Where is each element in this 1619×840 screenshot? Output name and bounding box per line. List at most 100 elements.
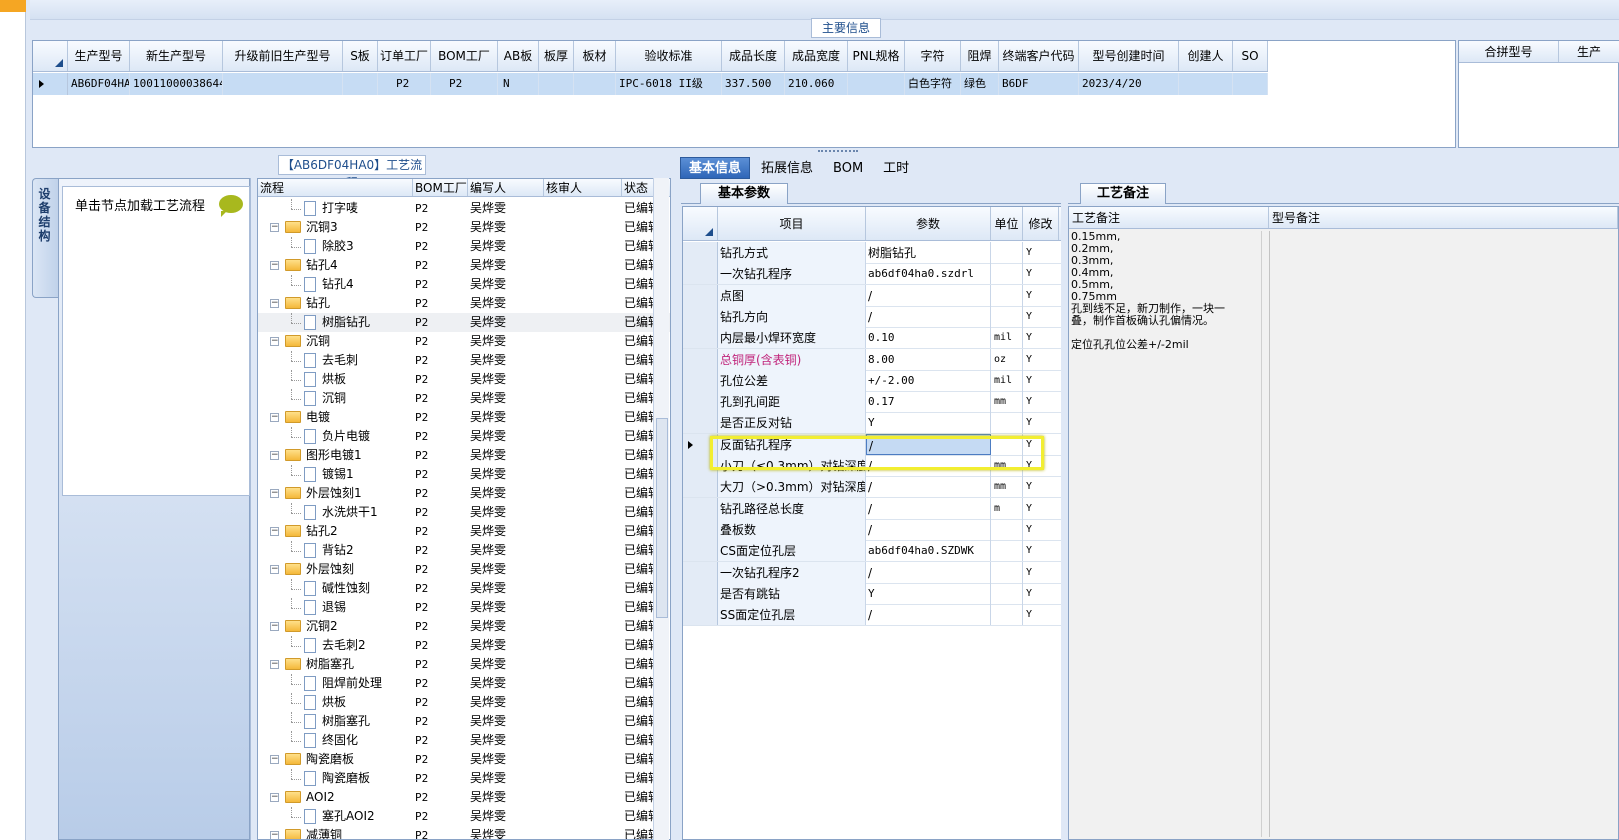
tree-row[interactable]: − 外层蚀刻1 P2 吴烨雯 已编辑 (258, 484, 670, 503)
main-info-cell[interactable] (539, 73, 574, 95)
tree-node[interactable]: 水洗烘干1 (258, 503, 413, 522)
tree-node[interactable]: 陶瓷磨板 (258, 769, 413, 788)
model-note-textarea[interactable] (1269, 231, 1617, 837)
param-value[interactable]: / (866, 561, 991, 583)
main-col-header[interactable]: BOM工厂 (431, 41, 498, 71)
tree-node[interactable]: − 图形电镀1 (258, 446, 413, 465)
param-value[interactable]: / (866, 518, 991, 540)
main-col-header[interactable]: 创建人 (1179, 41, 1233, 71)
param-value[interactable]: / (866, 497, 991, 519)
main-col-header[interactable]: S板 (343, 41, 378, 71)
tree-row[interactable]: 打字唛 P2 吴烨雯 已编辑 (258, 199, 670, 218)
main-col-header[interactable]: 板厚 (539, 41, 574, 71)
tree-row[interactable]: − 沉铜3 P2 吴烨雯 已编辑 (258, 218, 670, 237)
param-corner[interactable] (683, 207, 718, 240)
param-value[interactable]: 8.00 (866, 348, 991, 370)
main-info-data-row[interactable]: AB6DF04HA010011000038644P2P2NIPC-6018 II… (33, 73, 1268, 95)
main-col-header[interactable]: 订单工厂 (378, 41, 431, 71)
tree-row[interactable]: 阻焊前处理 P2 吴烨雯 已编辑 (258, 674, 670, 693)
param-row[interactable]: 孔位公差 +/-2.00 mil Y (683, 369, 1061, 392)
param-row[interactable]: 孔到孔间距 0.17 mm Y (683, 391, 1061, 414)
param-col-header[interactable]: 项目 (718, 207, 866, 240)
tree-row[interactable]: 陶瓷磨板 P2 吴烨雯 已编辑 (258, 769, 670, 788)
collapse-toggle-icon[interactable]: − (270, 299, 279, 308)
tree-node[interactable]: 钻孔4 (258, 275, 413, 294)
tree-row[interactable]: 烘板 P2 吴烨雯 已编辑 (258, 370, 670, 389)
tree-node[interactable]: 塞孔AOI2 (258, 807, 413, 826)
param-value[interactable]: +/-2.00 (866, 369, 991, 391)
collapse-toggle-icon[interactable]: − (270, 565, 279, 574)
tree-row[interactable]: 镀锡1 P2 吴烨雯 已编辑 (258, 465, 670, 484)
collapse-toggle-icon[interactable]: − (270, 660, 279, 669)
main-info-cell[interactable] (223, 73, 343, 95)
tree-row[interactable]: 沉铜 P2 吴烨雯 已编辑 (258, 389, 670, 408)
tree-node[interactable]: 沉铜 (258, 389, 413, 408)
main-info-cell[interactable] (1233, 73, 1268, 95)
process-flow-scrollbar[interactable] (653, 178, 669, 840)
tree-node[interactable]: 终固化 (258, 731, 413, 750)
main-info-cell[interactable] (574, 73, 616, 95)
combined-col-header[interactable]: 合拼型号 (1459, 41, 1559, 62)
tree-row[interactable]: − 电镀 P2 吴烨雯 已编辑 (258, 408, 670, 427)
param-row[interactable]: 大刀（>0.3mm）对钻深度 / mm Y (683, 476, 1061, 499)
tree-row[interactable]: 塞孔AOI2 P2 吴烨雯 已编辑 (258, 807, 670, 826)
param-row[interactable]: 钻孔方式 树脂钻孔 Y (683, 242, 1061, 264)
collapse-toggle-icon[interactable]: − (270, 793, 279, 802)
main-col-header[interactable]: AB板 (498, 41, 539, 71)
craft-note-scrollbar[interactable] (1261, 231, 1269, 837)
tree-row[interactable]: 去毛刺2 P2 吴烨雯 已编辑 (258, 636, 670, 655)
flow-col-header[interactable]: 核审人 (544, 179, 622, 196)
collapse-toggle-icon[interactable]: − (270, 451, 279, 460)
param-row[interactable]: CS面定位孔层 ab6df04ha0.SZDWK Y (683, 540, 1061, 563)
main-info-cell[interactable] (848, 73, 905, 95)
tree-node[interactable]: − 电镀 (258, 408, 413, 427)
main-col-header[interactable]: 字符 (905, 41, 961, 71)
craft-note-textarea[interactable]: 0.15mm, 0.2mm, 0.3mm, 0.4mm, 0.5mm, 0.75mm 孔到线… (1071, 231, 1261, 837)
tree-row[interactable]: − 陶瓷磨板 P2 吴烨雯 已编辑 (258, 750, 670, 769)
select-all-corner[interactable] (33, 41, 68, 71)
param-row[interactable]: 一次钻孔程序2/ Y (683, 561, 1061, 584)
tab-detail-2[interactable]: BOM (824, 157, 872, 179)
tree-node[interactable]: 烘板 (258, 693, 413, 712)
tree-node[interactable]: 打字唛 (258, 199, 413, 218)
combined-col-header[interactable]: 生产 (1559, 41, 1619, 62)
param-col-header[interactable]: 参数 (866, 207, 991, 240)
main-col-header[interactable]: 验收标准 (616, 41, 722, 71)
tree-node[interactable]: − 沉铜 (258, 332, 413, 351)
main-info-cell[interactable]: AB6DF04HA0 (68, 73, 130, 95)
tree-node[interactable]: 去毛刺2 (258, 636, 413, 655)
param-value[interactable]: / (866, 604, 991, 626)
param-row[interactable]: 点图 / Y (683, 284, 1061, 307)
tree-row[interactable]: 钻孔4 P2 吴烨雯 已编辑 (258, 275, 670, 294)
param-row[interactable]: 内层最小焊环宽度 0.10 mil Y (683, 327, 1061, 350)
param-row[interactable]: 叠板数 / Y (683, 518, 1061, 541)
param-row[interactable]: 是否正反对钻 Y Y (683, 412, 1061, 435)
flow-col-header[interactable]: BOM工厂 (413, 179, 468, 196)
tree-row[interactable]: − 减薄铜 P2 吴烨雯 已编辑 (258, 826, 670, 839)
tree-row[interactable]: 背钻2 P2 吴烨雯 已编辑 (258, 541, 670, 560)
collapse-toggle-icon[interactable]: − (270, 755, 279, 764)
tree-node[interactable]: 阻焊前处理 (258, 674, 413, 693)
collapse-toggle-icon[interactable]: − (270, 831, 279, 839)
main-info-cell[interactable]: 绿色 (961, 73, 999, 95)
scrollbar-thumb[interactable] (656, 418, 668, 618)
flow-col-header[interactable]: 流程 (258, 179, 413, 196)
collapse-toggle-icon[interactable]: − (270, 489, 279, 498)
tree-node[interactable]: 除胶3 (258, 237, 413, 256)
main-info-cell[interactable] (343, 73, 378, 95)
tree-node[interactable]: 烘板 (258, 370, 413, 389)
tree-row[interactable]: − 钻孔4 P2 吴烨雯 已编辑 (258, 256, 670, 275)
detail-splitter[interactable] (1061, 178, 1068, 840)
main-info-cell[interactable]: 2023/4/20 (1079, 73, 1179, 95)
tree-row[interactable]: 终固化 P2 吴烨雯 已编辑 (258, 731, 670, 750)
tree-node[interactable]: − 钻孔2 (258, 522, 413, 541)
tab-detail-0[interactable]: 基本信息 (680, 157, 751, 179)
tree-node[interactable]: − 外层蚀刻1 (258, 484, 413, 503)
main-col-header[interactable]: SO (1233, 41, 1268, 71)
tree-node[interactable]: 树脂塞孔 (258, 712, 413, 731)
tree-node[interactable]: 背钻2 (258, 541, 413, 560)
main-col-header[interactable]: 终端客户代码 (999, 41, 1079, 71)
collapse-toggle-icon[interactable]: − (270, 223, 279, 232)
tree-row[interactable]: 除胶3 P2 吴烨雯 已编辑 (258, 237, 670, 256)
main-col-header[interactable]: 成品宽度 (785, 41, 848, 71)
